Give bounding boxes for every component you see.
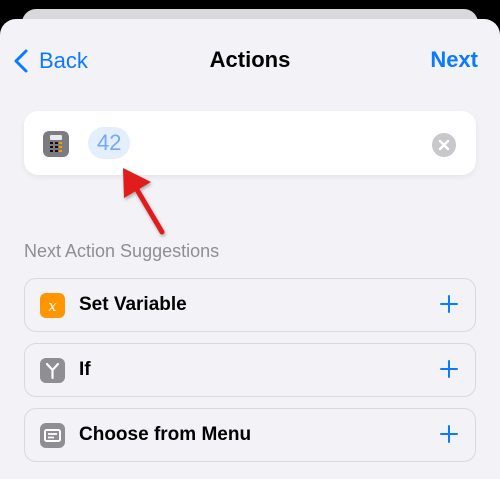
- page-title: Actions: [209, 47, 291, 72]
- annotation-arrow: [123, 168, 165, 235]
- actions-sheet: Back Actions Next 42 Next Action Suggest…: [0, 19, 500, 479]
- svg-text:x: x: [48, 297, 57, 315]
- branch-icon: [40, 358, 65, 383]
- menu-icon: [40, 423, 65, 448]
- calculator-icon: [43, 131, 69, 157]
- suggestions-header: Next Action Suggestions: [24, 241, 220, 261]
- plus-icon[interactable]: [439, 359, 459, 379]
- number-value-token[interactable]: 42: [88, 127, 131, 159]
- suggestion-if[interactable]: If: [24, 343, 476, 397]
- close-icon: [438, 139, 450, 151]
- suggestion-label: If: [79, 359, 91, 380]
- suggestion-label: Choose from Menu: [79, 424, 252, 445]
- variable-icon: x: [40, 293, 65, 318]
- calculate-action-card[interactable]: 42: [24, 111, 476, 175]
- clear-button[interactable]: [432, 133, 456, 157]
- plus-icon[interactable]: [439, 294, 459, 314]
- next-button[interactable]: Next: [430, 47, 478, 73]
- suggestion-choose-from-menu[interactable]: Choose from Menu: [24, 408, 476, 462]
- navigation-bar: Back Actions Next: [0, 19, 500, 103]
- plus-icon[interactable]: [439, 424, 459, 444]
- suggestion-label: Set Variable: [79, 294, 187, 315]
- suggestion-set-variable[interactable]: x Set Variable: [24, 278, 476, 332]
